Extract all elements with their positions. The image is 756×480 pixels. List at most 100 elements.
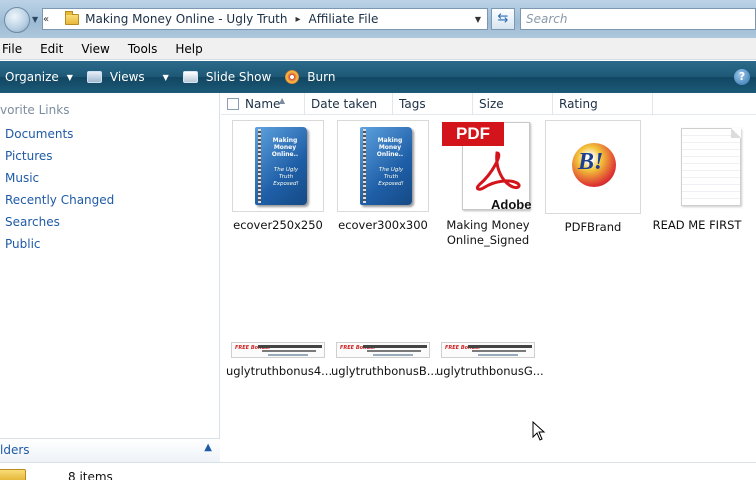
mouse-cursor-icon: [532, 421, 546, 441]
banner-line: [468, 345, 532, 348]
file-name: uglytruthbonusB...: [331, 364, 438, 378]
cover-title-text: Making Money Online..: [271, 137, 299, 158]
burn-label: Burn: [307, 70, 336, 84]
banner-line: [258, 345, 322, 348]
column-rating[interactable]: Rating: [553, 93, 653, 115]
link-music[interactable]: Music: [5, 170, 114, 192]
file-item[interactable]: FREE Bonus! uglytruthbonusG...: [436, 342, 544, 379]
file-name: Making Money Online_Signed: [446, 218, 530, 247]
breadcrumb-overflow-icon[interactable]: «: [43, 14, 49, 25]
back-button[interactable]: [4, 7, 30, 33]
banner-line: [268, 354, 308, 356]
pdf-tag: PDF: [442, 122, 504, 146]
column-tags[interactable]: Tags: [393, 93, 473, 115]
file-name: uglytruthbonus4...: [226, 364, 333, 378]
burn-button[interactable]: Burn: [285, 70, 335, 84]
help-icon[interactable]: ?: [734, 69, 750, 85]
acrobat-logo-icon: [475, 151, 521, 191]
file-item[interactable]: Making Money Online.. The Ugly Truth Exp…: [226, 120, 330, 233]
link-recently-changed[interactable]: Recently Changed: [5, 192, 114, 214]
column-name-label: Name: [245, 97, 281, 111]
link-pictures[interactable]: Pictures: [5, 148, 114, 170]
book-cover-image: Making Money Online.. The Ugly Truth Exp…: [360, 127, 412, 205]
banner-line: [373, 354, 413, 356]
menu-view[interactable]: View: [81, 42, 109, 56]
file-name: uglytruthbonusG...: [436, 364, 544, 378]
file-name: ecover300x300: [338, 218, 428, 232]
cover-title-text: Making Money Online..: [376, 137, 404, 158]
breadcrumb-segment[interactable]: Making Money Online - Ugly Truth: [85, 12, 287, 26]
file-item[interactable]: Making Money Online.. The Ugly Truth Exp…: [331, 120, 435, 233]
column-name[interactable]: ▲ Name: [239, 93, 305, 115]
cover-subtitle-text: The Ugly Truth Exposed!: [378, 167, 404, 187]
item-count: 8 items: [68, 470, 113, 480]
status-bar: 8 items: [0, 462, 756, 480]
pdf-icon: Adobe PDF: [442, 120, 534, 212]
file-name: ecover250x250: [233, 218, 323, 232]
file-item[interactable]: FREE Bonus! uglytruthbonus4...: [226, 342, 333, 379]
address-dropdown-icon[interactable]: ▼: [475, 15, 481, 24]
banner-line: [367, 350, 421, 352]
menu-file[interactable]: File: [2, 42, 22, 56]
link-public[interactable]: Public: [5, 236, 114, 258]
menu-tools[interactable]: Tools: [128, 42, 158, 56]
file-list: Making Money Online.. The Ugly Truth Exp…: [221, 116, 756, 460]
link-documents[interactable]: Documents: [5, 126, 114, 148]
recent-pages-dropdown-icon[interactable]: ▼: [32, 15, 38, 24]
organize-button[interactable]: Organize ▼: [5, 70, 73, 84]
chevron-down-icon: ▼: [66, 72, 73, 82]
chevron-down-icon: ▼: [162, 72, 169, 82]
disc-icon: [285, 70, 300, 84]
link-searches[interactable]: Searches: [5, 214, 114, 236]
slideshow-button[interactable]: Slide Show: [182, 70, 272, 84]
column-size[interactable]: Size: [473, 93, 553, 115]
banner-thumbnail: FREE Bonus!: [441, 342, 535, 358]
file-item[interactable]: READ ME FIRST: [645, 120, 749, 233]
banner-line: [262, 350, 316, 352]
menu-help[interactable]: Help: [175, 42, 202, 56]
adobe-label: Adobe: [491, 197, 532, 212]
banner-line: [363, 345, 427, 348]
banner-thumbnail: FREE Bonus!: [231, 342, 325, 358]
address-field[interactable]: « Making Money Online - Ugly Truth ▸ Aff…: [42, 8, 488, 30]
folders-toggle[interactable]: lders ▲: [0, 438, 220, 462]
slideshow-label: Slide Show: [205, 70, 272, 84]
breadcrumb-segment-current[interactable]: Affiliate File: [309, 12, 379, 26]
banner-line: [478, 354, 518, 356]
sort-indicator-icon: ▲: [279, 96, 286, 105]
refresh-button[interactable]: ⇆: [491, 8, 515, 30]
pdfbrand-thumbnail: B!: [545, 120, 641, 214]
slideshow-icon: [182, 71, 198, 83]
cover-subtitle-text: The Ugly Truth Exposed!: [273, 167, 299, 187]
views-icon: [86, 71, 102, 83]
favorite-links-header: vorite Links: [0, 103, 70, 117]
address-bar-area: ▼ « Making Money Online - Ugly Truth ▸ A…: [0, 0, 756, 38]
navigation-pane: vorite Links Documents Pictures Music Re…: [0, 93, 220, 480]
banner-thumbnail: FREE Bonus!: [336, 342, 430, 358]
select-all-checkbox[interactable]: [227, 98, 239, 110]
banner-line: [472, 350, 526, 352]
views-button[interactable]: Views ▼: [86, 70, 169, 84]
organize-label: Organize: [5, 70, 59, 84]
ecover-thumbnail: Making Money Online.. The Ugly Truth Exp…: [232, 120, 324, 212]
file-item[interactable]: B! PDFBrand: [541, 120, 645, 235]
document-page: [681, 128, 741, 206]
menu-bar: File Edit View Tools Help: [0, 38, 756, 60]
search-input[interactable]: Search: [520, 8, 756, 30]
breadcrumb-arrow-icon[interactable]: ▸: [295, 14, 300, 25]
folder-icon: [65, 10, 80, 25]
file-item[interactable]: FREE Bonus! uglytruthbonusB...: [331, 342, 438, 379]
views-label: Views: [109, 70, 145, 84]
text-document-icon: [651, 120, 743, 212]
favorite-links-list: Documents Pictures Music Recently Change…: [5, 126, 114, 258]
column-date-taken[interactable]: Date taken: [305, 93, 393, 115]
file-item[interactable]: Adobe PDF Making Money Online_Signed: [436, 120, 540, 248]
chevron-up-icon: ▲: [204, 442, 212, 453]
menu-edit[interactable]: Edit: [40, 42, 63, 56]
folder-icon: [0, 469, 26, 480]
column-header-row: ▲ Name Date taken Tags Size Rating: [221, 93, 756, 115]
file-name: PDFBrand: [564, 220, 622, 234]
command-bar: Organize ▼ Views ▼ Slide Show Burn ?: [0, 61, 756, 93]
brand-letter: B!: [578, 149, 604, 175]
ecover-thumbnail: Making Money Online.. The Ugly Truth Exp…: [337, 120, 429, 212]
